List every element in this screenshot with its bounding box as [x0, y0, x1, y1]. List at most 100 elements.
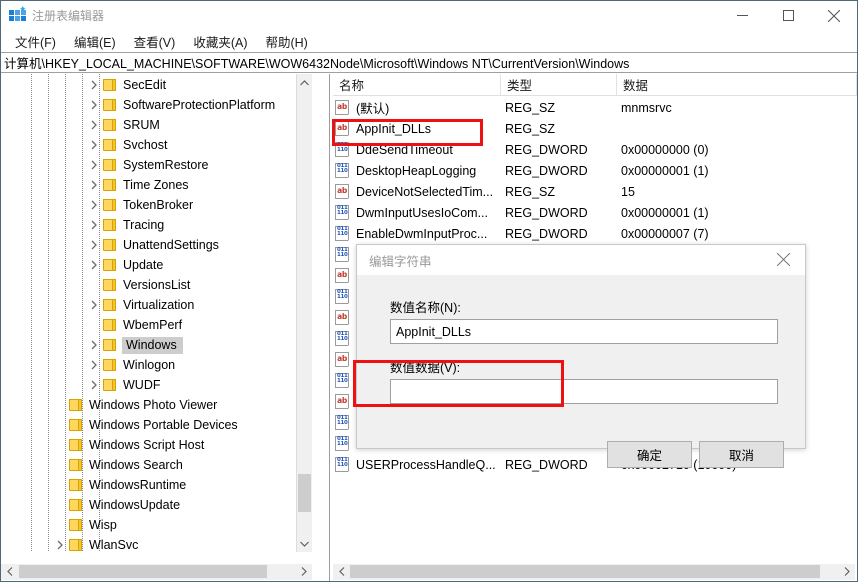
chevron-right-icon[interactable] [86, 235, 102, 255]
address-bar[interactable]: 计算机\HKEY_LOCAL_MACHINE\SOFTWARE\WOW6432N… [1, 52, 857, 73]
value-name-input[interactable]: AppInit_DLLs [390, 319, 778, 344]
list-hscrollbar-thumb[interactable] [350, 565, 820, 578]
column-header-data[interactable]: 数据 [617, 74, 857, 95]
registry-value-row[interactable]: 011 110 EnableDwmInputProc... REG_DWORD 0x00… [333, 223, 857, 244]
tree-item-svchost[interactable]: Svchost [1, 135, 312, 155]
chevron-right-icon[interactable] [52, 535, 68, 552]
registry-value-row[interactable]: 011 110 DdeSendTimeout REG_DWORD 0x00000000 … [333, 139, 857, 160]
value-name-cell: DdeSendTimeout [356, 142, 453, 157]
column-header-type[interactable]: 类型 [501, 74, 617, 95]
tree-item-unattendsettings[interactable]: UnattendSettings [1, 235, 312, 255]
registry-value-row[interactable]: 011 110 DwmInputUsesIoCom... REG_DWORD 0x000… [333, 202, 857, 223]
maximize-button[interactable] [765, 1, 811, 30]
menu-file[interactable]: 文件(F) [6, 30, 65, 53]
tree-item-wisp[interactable]: Wisp [1, 515, 312, 535]
registry-editor-icon: ✦ [9, 4, 27, 24]
dword-value-icon: 011 110 [335, 162, 351, 179]
tree-item-versionslist[interactable]: VersionsList [1, 275, 312, 295]
chevron-right-icon[interactable] [86, 155, 102, 175]
chevron-right-icon[interactable] [86, 95, 102, 115]
value-name-cell: EnableDwmInputProc... [356, 226, 488, 241]
tree-item-label: Update [123, 258, 164, 272]
value-data-input[interactable] [390, 379, 778, 404]
close-button[interactable] [811, 1, 857, 30]
list-scroll-right-icon[interactable] [838, 564, 855, 579]
registry-value-row[interactable]: ab AppInit_DLLs REG_SZ [333, 118, 857, 139]
chevron-right-icon[interactable] [86, 295, 102, 315]
folder-icon [68, 458, 84, 472]
registry-value-row[interactable]: ab (默认) REG_SZ mnmsrvc [333, 97, 857, 118]
chevron-right-icon[interactable] [86, 255, 102, 275]
registry-value-row[interactable]: 011 110 DesktopHeapLogging REG_DWORD 0x00000… [333, 160, 857, 181]
tree-item-windows-portable-devices[interactable]: Windows Portable Devices [1, 415, 312, 435]
minimize-button[interactable] [719, 1, 765, 30]
scroll-left-icon[interactable] [1, 564, 18, 579]
tree-item-windowsupdate[interactable]: WindowsUpdate [1, 495, 312, 515]
tree-item-update[interactable]: Update [1, 255, 312, 275]
tree-horizontal-scrollbar[interactable] [1, 564, 312, 580]
tree-item-wlansvc[interactable]: WlanSvc [1, 535, 312, 552]
folder-icon [102, 78, 118, 92]
tree-item-tokenbroker[interactable]: TokenBroker [1, 195, 312, 215]
ok-button[interactable]: 确定 [607, 441, 692, 468]
registry-value-row[interactable]: ab DeviceNotSelectedTim... REG_SZ 15 [333, 181, 857, 202]
chevron-right-icon[interactable] [86, 75, 102, 95]
tree-item-wudf[interactable]: WUDF [1, 375, 312, 395]
list-horizontal-scrollbar[interactable] [333, 564, 855, 580]
dword-value-icon: 011 110 [335, 288, 351, 305]
chevron-right-icon[interactable] [86, 355, 102, 375]
tree-hscrollbar-thumb[interactable] [19, 565, 267, 578]
tree-item-label: WindowsUpdate [89, 498, 181, 512]
tree-vertical-scrollbar[interactable] [296, 74, 312, 552]
chevron-right-icon[interactable] [86, 375, 102, 395]
menu-favorites[interactable]: 收藏夹(A) [184, 30, 256, 53]
menu-edit[interactable]: 编辑(E) [65, 30, 125, 53]
chevron-right-icon[interactable] [86, 195, 102, 215]
tree-item-label: Windows Portable Devices [89, 418, 238, 432]
tree-item-systemrestore[interactable]: SystemRestore [1, 155, 312, 175]
scroll-up-icon[interactable] [297, 74, 312, 91]
scroll-right-icon[interactable] [295, 564, 312, 579]
tree-item-windows-script-host[interactable]: Windows Script Host [1, 435, 312, 455]
scroll-down-icon[interactable] [297, 535, 312, 552]
folder-icon [102, 238, 118, 252]
dialog-body: 数值名称(N): AppInit_DLLs 数值数据(V): 确定 取消 [357, 275, 805, 468]
column-header-label: 数据 [623, 79, 649, 93]
tree-item-virtualization[interactable]: Virtualization [1, 295, 312, 315]
folder-icon [68, 538, 84, 552]
chevron-right-icon[interactable] [86, 335, 102, 355]
folder-icon [68, 438, 84, 452]
tree-item-winlogon[interactable]: Winlogon [1, 355, 312, 375]
tree-item-softwareprotectionplatform[interactable]: SoftwareProtectionPlatform [1, 95, 312, 115]
window-title: 注册表编辑器 [32, 9, 105, 23]
folder-icon [102, 298, 118, 312]
tree-scrollbar-thumb[interactable] [298, 474, 311, 512]
window-controls [719, 1, 857, 30]
chevron-right-icon[interactable] [86, 175, 102, 195]
tree-item-windows[interactable]: Windows [1, 335, 312, 355]
chevron-right-icon[interactable] [86, 115, 102, 135]
menu-help[interactable]: 帮助(H) [256, 30, 316, 53]
value-data-cell: mnmsrvc [621, 100, 672, 115]
chevron-right-icon[interactable] [86, 135, 102, 155]
dialog-close-icon[interactable] [761, 245, 805, 274]
tree-item-windowsruntime[interactable]: WindowsRuntime [1, 475, 312, 495]
tree-item-tracing[interactable]: Tracing [1, 215, 312, 235]
tree-item-label: WindowsRuntime [89, 478, 187, 492]
string-value-icon: ab [335, 183, 351, 200]
tree-item-windows-search[interactable]: Windows Search [1, 455, 312, 475]
list-scroll-left-icon[interactable] [333, 564, 350, 579]
value-type-cell: REG_DWORD [505, 226, 588, 241]
tree-item-windows-photo-viewer[interactable]: Windows Photo Viewer [1, 395, 312, 415]
cancel-button[interactable]: 取消 [699, 441, 784, 468]
column-header-name[interactable]: 名称 [333, 74, 501, 95]
tree-item-time-zones[interactable]: Time Zones [1, 175, 312, 195]
chevron-right-icon[interactable] [86, 215, 102, 235]
tree-item-srum[interactable]: SRUM [1, 115, 312, 135]
menu-view[interactable]: 查看(V) [125, 30, 185, 53]
value-data-cell: 0x00000001 (1) [621, 163, 709, 178]
tree-item-wbemperf[interactable]: WbemPerf [1, 315, 312, 335]
tree-item-secedit[interactable]: SecEdit [1, 75, 312, 95]
folder-icon [102, 118, 118, 132]
tree-item-label: Windows Script Host [89, 438, 205, 452]
